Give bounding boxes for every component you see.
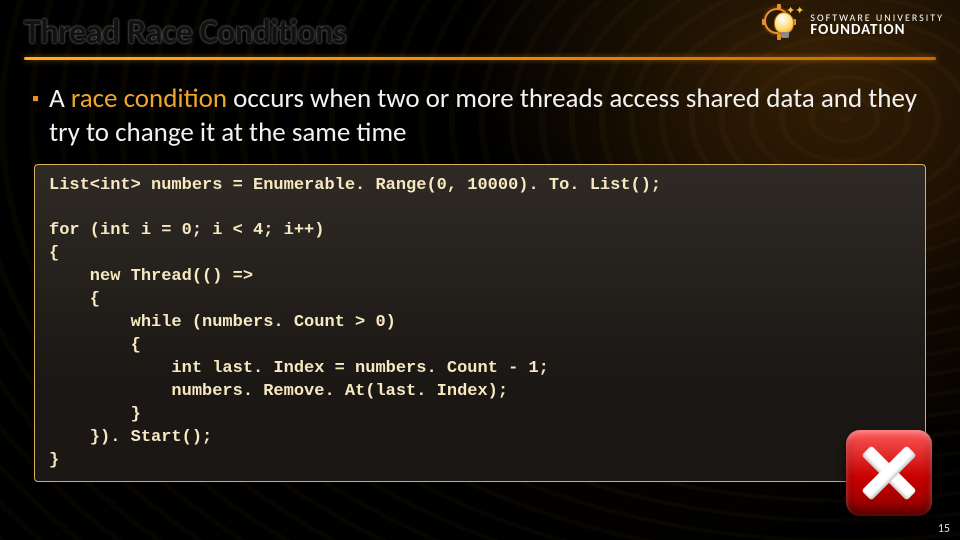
bullet-prefix: A (49, 82, 71, 115)
lightbulb-gear-icon: ✦✦ (762, 6, 802, 44)
logo-line2: FOUNDATION (810, 23, 944, 37)
logo-text: SOFTWARE UNIVERSITY FOUNDATION (810, 13, 944, 37)
error-cross-icon (846, 430, 932, 516)
bullet-marker-icon: ▪ (32, 82, 39, 116)
logo: ✦✦ SOFTWARE UNIVERSITY FOUNDATION (762, 6, 944, 44)
code-block: List<int> numbers = Enumerable. Range(0,… (34, 164, 926, 482)
page-number: 15 (938, 522, 950, 536)
bullet-accent: race condition (71, 82, 227, 115)
bullet-text: A race condition occurs when two or more… (49, 82, 928, 150)
bullet-item: ▪ A race condition occurs when two or mo… (24, 82, 936, 150)
slide-container: ✦✦ SOFTWARE UNIVERSITY FOUNDATION Thread… (0, 0, 960, 540)
title-underline (24, 57, 936, 60)
